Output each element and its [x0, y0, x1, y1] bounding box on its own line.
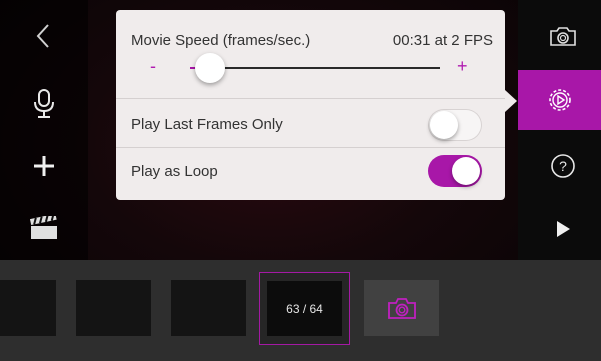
help-icon[interactable]: ? [541, 146, 585, 186]
play-icon[interactable] [541, 209, 585, 249]
popover-arrow [505, 90, 517, 112]
speed-slider-thumb[interactable] [195, 53, 225, 83]
settings-icon [548, 89, 571, 111]
speed-slider[interactable] [190, 67, 440, 69]
current-frame[interactable]: 63 / 64 [259, 272, 350, 345]
play-as-loop-toggle[interactable] [428, 155, 482, 187]
divider [116, 147, 505, 148]
slider-plus-label: + [457, 56, 468, 76]
add-icon[interactable] [22, 146, 66, 186]
settings-button[interactable] [518, 70, 601, 130]
divider [116, 98, 505, 99]
frame-thumbnail[interactable] [76, 280, 151, 336]
speed-status: 00:31 at 2 FPS [392, 32, 493, 49]
speed-label: Movie Speed (frames/sec.) [131, 32, 311, 49]
clapperboard-icon[interactable] [22, 208, 66, 248]
slider-minus-label: - [150, 56, 156, 76]
svg-text:?: ? [559, 158, 567, 174]
frame-thumbnail[interactable] [0, 280, 56, 336]
microphone-icon[interactable] [22, 82, 66, 126]
play-as-loop-label: Play as Loop [131, 163, 218, 180]
frame-counter: 63 / 64 [267, 281, 342, 336]
play-last-frames-label: Play Last Frames Only [131, 116, 283, 133]
capture-frame-button[interactable] [364, 280, 439, 336]
camera-icon[interactable] [541, 18, 585, 54]
camera-icon [387, 298, 416, 319]
play-last-frames-toggle[interactable] [428, 109, 482, 141]
back-icon[interactable] [22, 16, 66, 56]
app-screen: ? Movie Speed (frames/sec.) 00:31 at 2 F… [0, 0, 601, 361]
frame-thumbnail[interactable] [171, 280, 246, 336]
